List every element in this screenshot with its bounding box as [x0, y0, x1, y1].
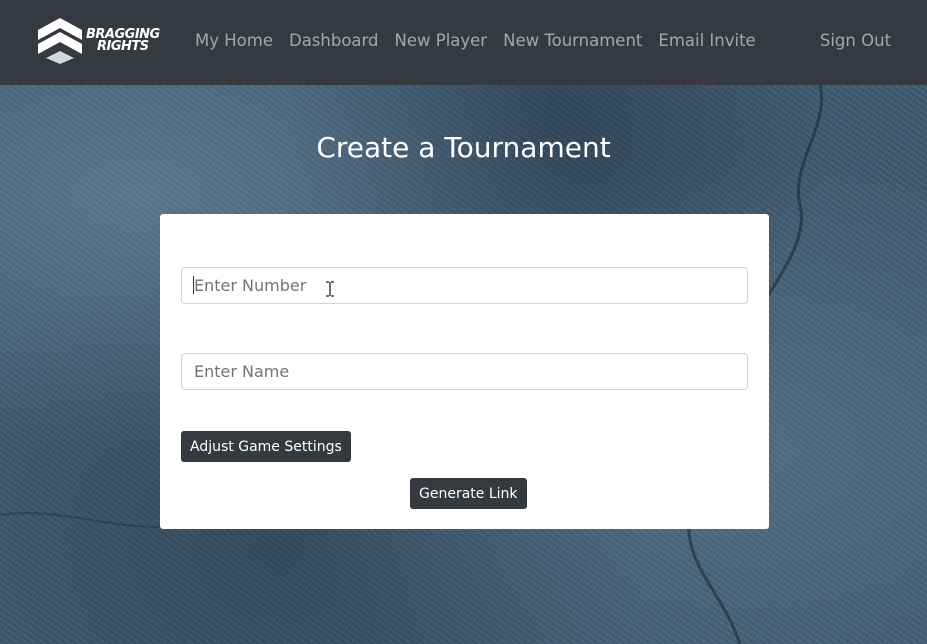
generate-link-button[interactable]: Generate Link	[410, 478, 527, 509]
nav-dashboard[interactable]: Dashboard	[289, 31, 379, 50]
nav-new-player[interactable]: New Player	[395, 31, 488, 50]
text-caret	[193, 276, 194, 294]
brand-line-2: RIGHTS	[97, 39, 149, 54]
brand-logo[interactable]: BRAGGING RIGHTS	[38, 17, 166, 65]
nav-links: My Home Dashboard New Player New Tournam…	[195, 31, 772, 50]
adjust-game-settings-button[interactable]: Adjust Game Settings	[181, 431, 351, 462]
name-input[interactable]	[181, 353, 748, 390]
top-navbar: BRAGGING RIGHTS My Home Dashboard New Pl…	[0, 0, 927, 85]
nav-new-tournament[interactable]: New Tournament	[503, 31, 642, 50]
number-input[interactable]	[181, 267, 748, 304]
brand-wordmark: BRAGGING RIGHTS	[86, 28, 160, 54]
sign-out-link[interactable]: Sign Out	[820, 31, 891, 50]
page-title: Create a Tournament	[316, 131, 611, 164]
chevron-logo-icon	[38, 18, 82, 64]
nav-email-invite[interactable]: Email Invite	[658, 31, 755, 50]
tournament-form-card: Adjust Game Settings Generate Link	[160, 214, 769, 529]
nav-my-home[interactable]: My Home	[195, 31, 273, 50]
